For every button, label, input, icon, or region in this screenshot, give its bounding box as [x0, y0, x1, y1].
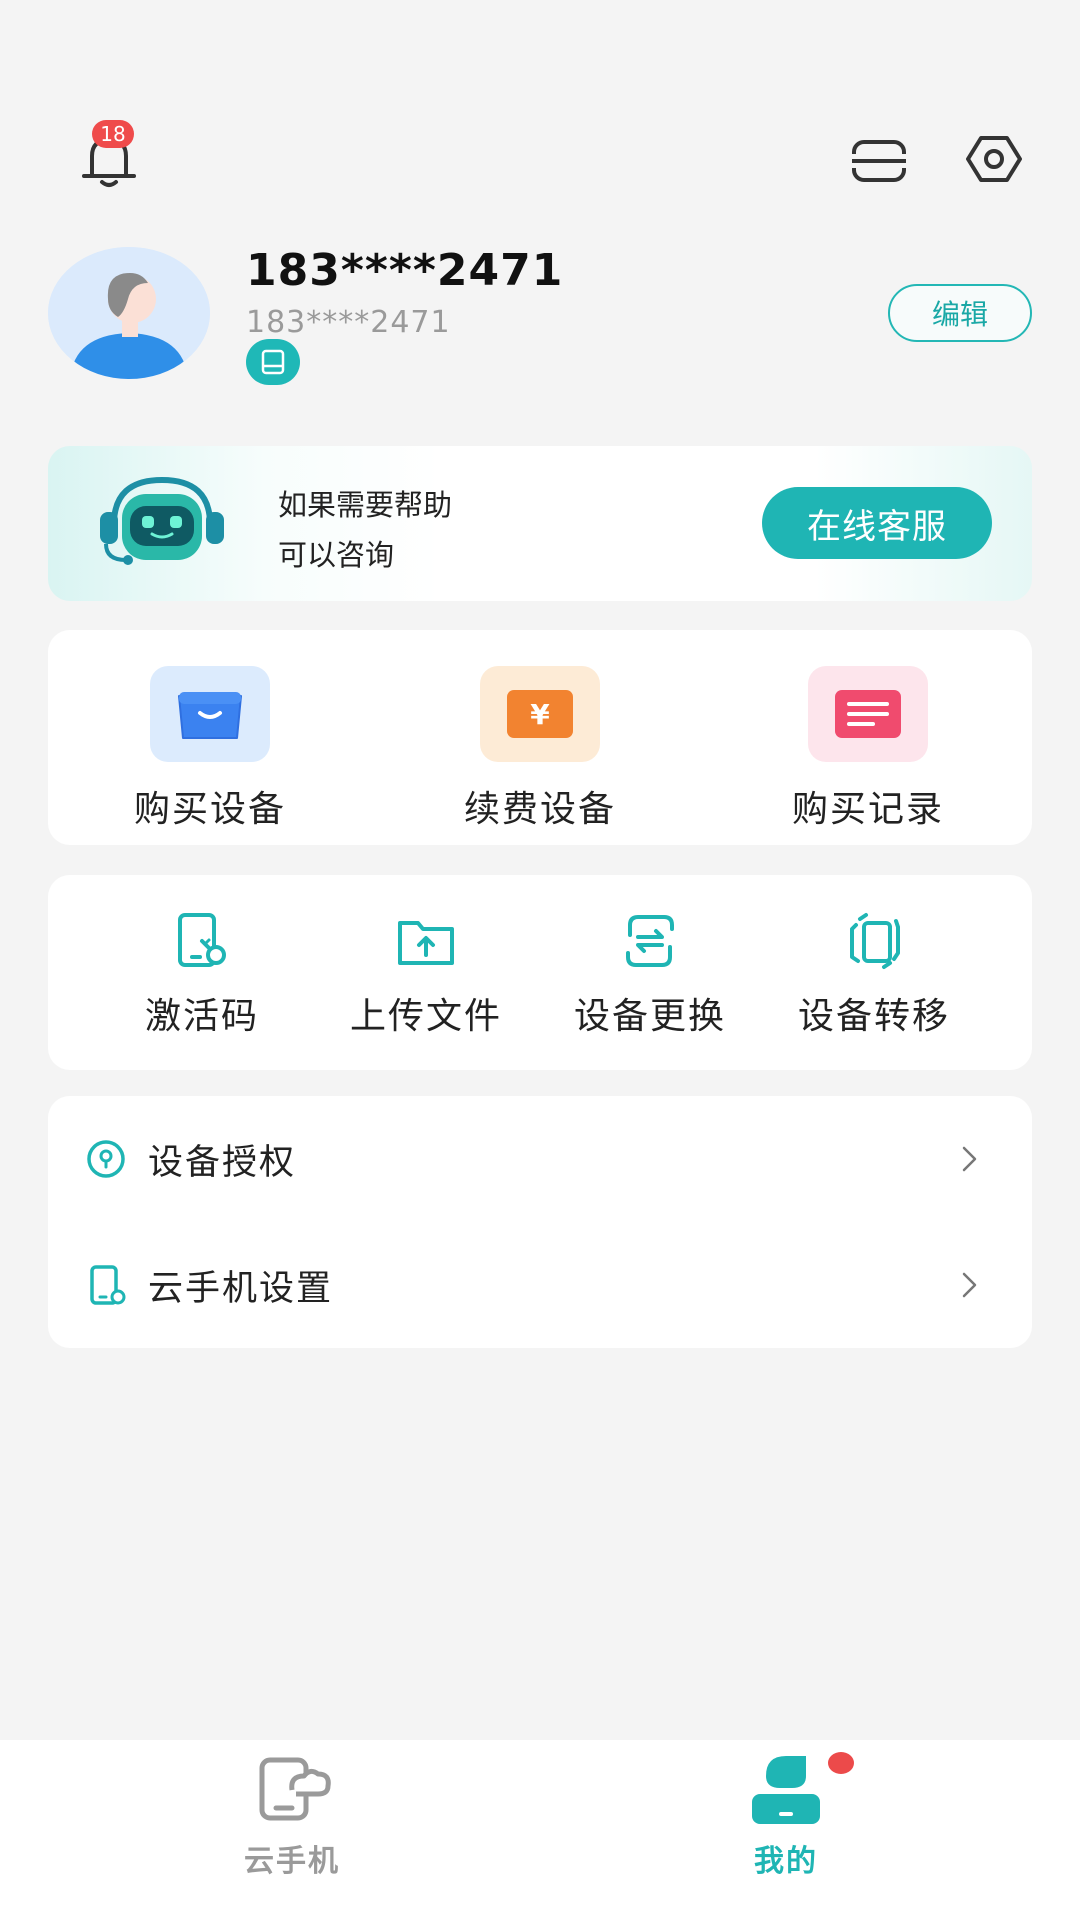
notification-dot	[828, 1752, 854, 1774]
activation-code-icon	[178, 913, 226, 967]
renew-device-icon: ¥	[480, 666, 600, 762]
top-bar: 18	[0, 120, 1080, 200]
notification-badge: 18	[92, 120, 134, 148]
renew-device-label: 续费设备	[463, 789, 616, 830]
lock-icon	[87, 1140, 125, 1178]
buy-device-icon	[150, 666, 270, 762]
nav-cloud-phone-label: 云手机	[244, 1844, 340, 1879]
svg-text:¥: ¥	[530, 698, 550, 731]
buy-device-button[interactable]: 购买设备	[110, 666, 310, 832]
upload-file-button[interactable]: 上传文件	[326, 911, 526, 1039]
nav-mine-label: 我的	[754, 1844, 818, 1879]
activation-code-button[interactable]: 激活码	[102, 911, 302, 1039]
avatar[interactable]	[48, 247, 210, 379]
help-text-line2: 可以咨询	[278, 538, 395, 572]
scan-icon[interactable]	[850, 138, 908, 184]
user-icon	[752, 1756, 820, 1824]
renew-device-button[interactable]: ¥ 续费设备	[440, 666, 640, 832]
purchase-record-label: 购买记录	[791, 789, 944, 830]
user-phone: 183****2471	[246, 305, 451, 340]
device-transfer-icon	[850, 913, 900, 969]
device-transfer-button[interactable]: 设备转移	[774, 911, 974, 1039]
purchase-card: 购买设备 ¥ 续费设备 购买记录	[48, 630, 1032, 845]
help-text-line1: 如果需要帮助	[278, 488, 453, 522]
tablet-icon	[261, 349, 285, 375]
upload-file-label: 上传文件	[349, 996, 502, 1037]
cloud-phone-settings-row[interactable]: 云手机设置	[48, 1222, 1032, 1348]
buy-device-label: 购买设备	[133, 789, 286, 830]
device-authorization-label: 设备授权	[148, 1143, 297, 1183]
robot-support-icon	[100, 476, 224, 565]
help-card: 如果需要帮助 可以咨询 在线客服	[48, 446, 1032, 601]
chevron-right-icon	[962, 1272, 977, 1298]
device-swap-icon	[626, 915, 674, 967]
device-swap-button[interactable]: 设备更换	[550, 911, 750, 1039]
online-service-button[interactable]: 在线客服	[762, 487, 992, 559]
nav-mine[interactable]: 我的	[636, 1740, 936, 1920]
activation-code-label: 激活码	[144, 996, 259, 1037]
cloud-phone-icon	[259, 1757, 331, 1821]
settings-list: 设备授权 云手机设置	[48, 1096, 1032, 1348]
purchase-record-button[interactable]: 购买记录	[768, 666, 968, 832]
cloud-phone-settings-label: 云手机设置	[148, 1269, 334, 1309]
device-badge	[246, 339, 300, 385]
device-swap-label: 设备更换	[573, 996, 726, 1037]
nav-cloud-phone[interactable]: 云手机	[142, 1740, 442, 1920]
notification-button[interactable]: 18	[80, 120, 138, 192]
purchase-record-icon	[808, 666, 928, 762]
eye-icon[interactable]	[965, 132, 1023, 186]
phone-settings-icon	[90, 1265, 126, 1305]
edit-button[interactable]: 编辑	[888, 284, 1032, 342]
profile-section: 183****2471 183****2471 编辑	[0, 245, 1080, 395]
tools-card: 激活码 上传文件 设备更换 设备转移	[48, 875, 1032, 1070]
user-name: 183****2471	[246, 245, 564, 296]
device-authorization-row[interactable]: 设备授权	[48, 1096, 1032, 1222]
user-avatar-icon	[48, 247, 210, 379]
chevron-right-icon	[962, 1146, 977, 1172]
device-transfer-label: 设备转移	[797, 996, 950, 1037]
upload-file-icon	[398, 921, 454, 965]
bottom-nav: 云手机 我的	[0, 1740, 1080, 1920]
